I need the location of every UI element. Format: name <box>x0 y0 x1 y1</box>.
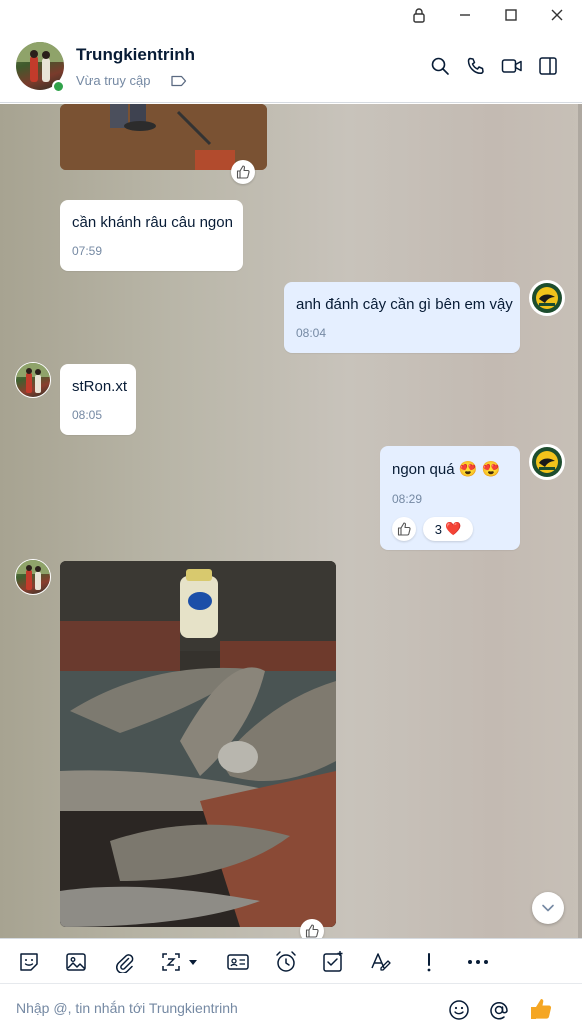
heart-eyes-emoji: 😍 😍 <box>458 461 501 478</box>
message-input[interactable] <box>16 997 436 1019</box>
reaction-count: 3 <box>434 521 443 537</box>
contact-card-icon[interactable] <box>225 948 251 976</box>
message-text: cần khánh râu câu ngon <box>72 214 233 231</box>
composer-toolbar <box>0 938 582 984</box>
message-time: 08:05 <box>72 408 103 422</box>
outgoing-message[interactable]: ngon quá 😍 😍 08:29 3 ❤️ <box>380 446 520 550</box>
contact-last-seen: Vừa truy cập <box>76 73 151 88</box>
lock-icon[interactable] <box>396 0 442 30</box>
message-text: anh đánh cây cần gì bên em vậy <box>296 296 513 313</box>
screenshot-icon[interactable] <box>159 948 203 976</box>
urgent-icon[interactable] <box>418 948 440 976</box>
mention-icon[interactable] <box>486 997 512 1023</box>
search-icon[interactable] <box>426 52 454 80</box>
message-time: 07:59 <box>72 244 103 258</box>
window-titlebar <box>0 0 582 30</box>
message-list[interactable]: cần khánh râu câu ngon 07:59 anh đánh câ… <box>0 104 582 938</box>
reaction-summary[interactable]: 3 ❤️ <box>423 517 473 541</box>
minimize-icon[interactable] <box>442 0 488 30</box>
message-text: ngon quá 😍 😍 <box>392 460 500 478</box>
video-call-icon[interactable] <box>498 52 526 80</box>
sticker-icon[interactable] <box>16 948 42 976</box>
image-icon[interactable] <box>63 948 89 976</box>
contact-avatar-small[interactable] <box>15 559 51 595</box>
like-reaction-badge[interactable] <box>300 919 324 938</box>
task-icon[interactable] <box>320 948 346 976</box>
message-time: 08:29 <box>392 492 423 506</box>
image-message[interactable] <box>60 561 336 927</box>
text-format-icon[interactable] <box>368 948 394 976</box>
quick-like-button[interactable] <box>528 996 554 1022</box>
my-avatar[interactable] <box>529 280 565 316</box>
emoji-icon[interactable] <box>446 997 472 1023</box>
tag-label-icon[interactable] <box>171 74 187 92</box>
image-message[interactable] <box>60 104 267 170</box>
message-text-body: ngon quá <box>392 461 455 478</box>
online-status-dot <box>52 80 65 93</box>
my-avatar[interactable] <box>529 444 565 480</box>
message-text: stRon.xt <box>72 378 128 395</box>
sidebar-toggle-icon[interactable] <box>534 52 562 80</box>
incoming-message[interactable]: cần khánh râu câu ngon 07:59 <box>60 200 243 271</box>
like-reaction-badge[interactable] <box>231 160 255 184</box>
more-icon[interactable] <box>464 948 492 976</box>
outgoing-message[interactable]: anh đánh cây cần gì bên em vậy 08:04 <box>284 282 520 353</box>
chat-scrollbar[interactable] <box>578 104 582 938</box>
reminder-icon[interactable] <box>273 948 299 976</box>
contact-name[interactable]: Trungkientrinh <box>76 45 195 65</box>
incoming-message[interactable]: stRon.xt 08:05 <box>60 364 136 435</box>
contact-avatar-small[interactable] <box>15 362 51 398</box>
scroll-to-bottom-button[interactable] <box>532 892 564 924</box>
heart-reaction-emoji: ❤️ <box>445 521 462 536</box>
message-time: 08:04 <box>296 326 327 340</box>
maximize-icon[interactable] <box>488 0 534 30</box>
attachment-icon[interactable] <box>111 948 137 976</box>
composer <box>0 985 582 1030</box>
like-react-button[interactable] <box>392 517 416 541</box>
conversation-header: Trungkientrinh Vừa truy cập <box>0 30 582 103</box>
phone-icon[interactable] <box>462 52 490 80</box>
close-icon[interactable] <box>534 0 580 30</box>
